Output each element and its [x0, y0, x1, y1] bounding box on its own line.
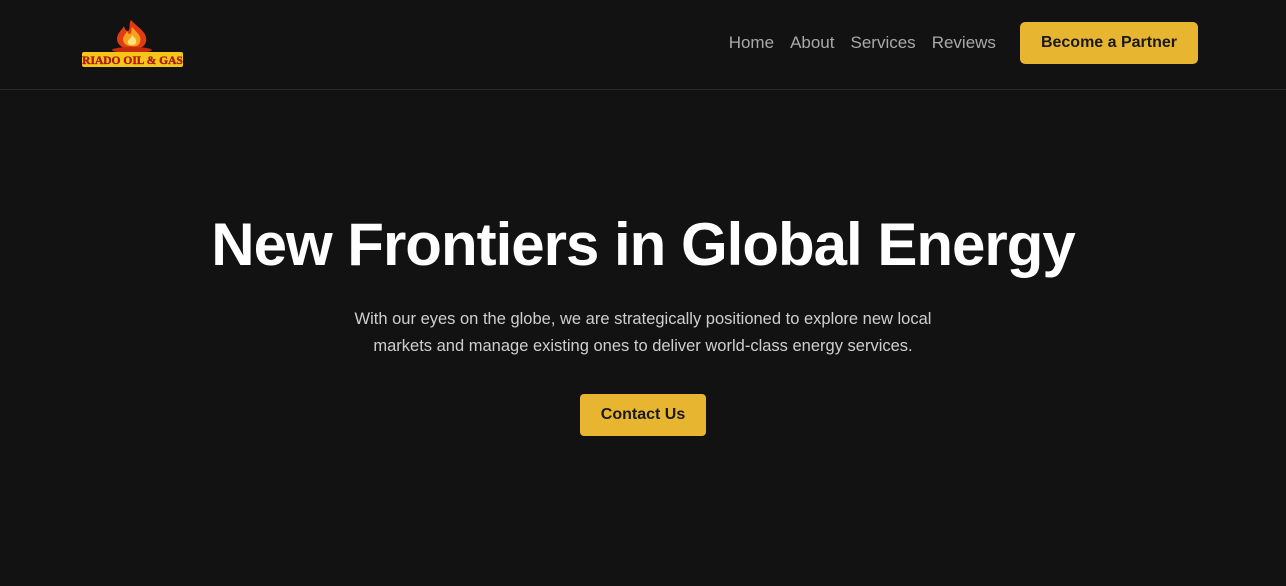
hero-description: With our eyes on the globe, we are strat…	[354, 310, 932, 355]
flame-icon: RIADO OIL & GAS	[82, 20, 183, 67]
landing-page: RIADO OIL & GAS Home About Services Revi…	[0, 0, 1286, 586]
hero-title: New Frontiers in Global Energy	[211, 211, 1076, 278]
hero-section: New Frontiers in Global Energy With our …	[0, 212, 1286, 436]
contact-us-button[interactable]: Contact Us	[579, 394, 707, 436]
nav-link-reviews[interactable]: Reviews	[932, 33, 996, 53]
brand-logo[interactable]: RIADO OIL & GAS	[82, 18, 184, 70]
site-header: RIADO OIL & GAS Home About Services Revi…	[0, 0, 1286, 90]
nav-link-home[interactable]: Home	[729, 33, 774, 53]
nav-link-services[interactable]: Services	[851, 33, 916, 53]
become-partner-button[interactable]: Become a Partner	[1019, 22, 1198, 64]
nav-link-about[interactable]: About	[790, 33, 834, 53]
main-nav: Home About Services Reviews Become a Par…	[729, 22, 1198, 64]
logo-wordmark: RIADO OIL & GAS	[82, 55, 183, 67]
